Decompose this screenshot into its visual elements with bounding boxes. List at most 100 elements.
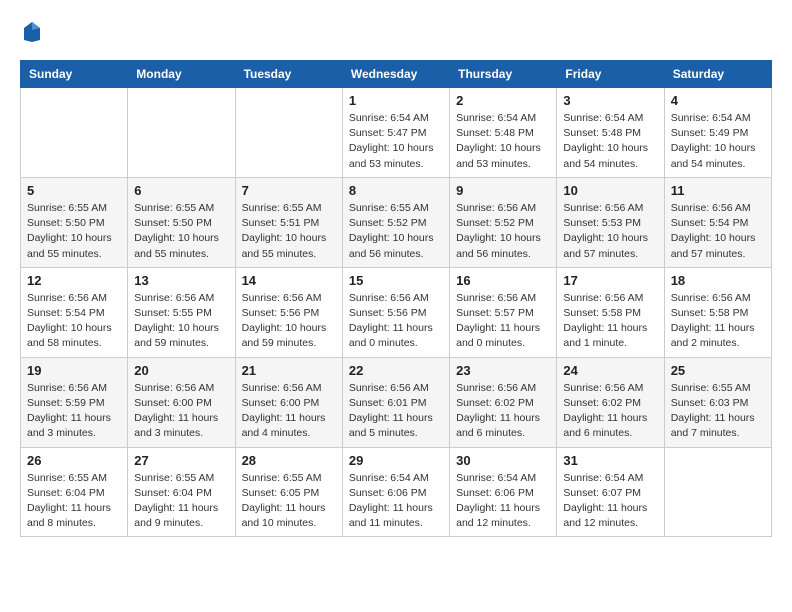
logo [20, 20, 46, 44]
calendar-cell: 1 Sunrise: 6:54 AM Sunset: 5:47 PM Daylig… [342, 88, 449, 178]
day-number: 18 [671, 273, 765, 288]
day-number: 13 [134, 273, 228, 288]
day-info: Sunrise: 6:56 AM Sunset: 6:02 PM Dayligh… [456, 381, 550, 442]
calendar-cell: 2 Sunrise: 6:54 AM Sunset: 5:48 PM Daylig… [450, 88, 557, 178]
calendar-cell: 24 Sunrise: 6:56 AM Sunset: 6:02 PM Dayli… [557, 357, 664, 447]
day-info: Sunrise: 6:55 AM Sunset: 6:05 PM Dayligh… [242, 471, 336, 532]
calendar-table: SundayMondayTuesdayWednesdayThursdayFrid… [20, 60, 772, 537]
day-info: Sunrise: 6:54 AM Sunset: 5:47 PM Dayligh… [349, 111, 443, 172]
day-info: Sunrise: 6:56 AM Sunset: 5:54 PM Dayligh… [27, 291, 121, 352]
day-info: Sunrise: 6:54 AM Sunset: 5:48 PM Dayligh… [456, 111, 550, 172]
calendar-cell: 6 Sunrise: 6:55 AM Sunset: 5:50 PM Daylig… [128, 177, 235, 267]
calendar-cell: 19Sunrise: 6:56 AM Sunset: 5:59 PM Dayli… [21, 357, 128, 447]
calendar-cell: 28 Sunrise: 6:55 AM Sunset: 6:05 PM Dayli… [235, 447, 342, 537]
day-info: Sunrise: 6:55 AM Sunset: 5:50 PM Dayligh… [134, 201, 228, 262]
day-number: 10 [563, 183, 657, 198]
day-number: 5 [27, 183, 121, 198]
calendar-cell: 20 Sunrise: 6:56 AM Sunset: 6:00 PM Dayli… [128, 357, 235, 447]
day-info: Sunrise: 6:54 AM Sunset: 5:49 PM Dayligh… [671, 111, 765, 172]
calendar-cell: 21 Sunrise: 6:56 AM Sunset: 6:00 PM Dayli… [235, 357, 342, 447]
day-info: Sunrise: 6:54 AM Sunset: 6:06 PM Dayligh… [456, 471, 550, 532]
calendar-cell: 4 Sunrise: 6:54 AM Sunset: 5:49 PM Daylig… [664, 88, 771, 178]
day-number: 31 [563, 453, 657, 468]
day-number: 29 [349, 453, 443, 468]
weekday-header: Thursday [450, 61, 557, 88]
calendar-week-row: 5 Sunrise: 6:55 AM Sunset: 5:50 PM Daylig… [21, 177, 772, 267]
day-number: 11 [671, 183, 765, 198]
day-number: 22 [349, 363, 443, 378]
calendar-cell: 23 Sunrise: 6:56 AM Sunset: 6:02 PM Dayli… [450, 357, 557, 447]
calendar-cell: 22 Sunrise: 6:56 AM Sunset: 6:01 PM Dayli… [342, 357, 449, 447]
day-number: 20 [134, 363, 228, 378]
weekday-header: Sunday [21, 61, 128, 88]
day-info: Sunrise: 6:55 AM Sunset: 6:03 PM Dayligh… [671, 381, 765, 442]
page-header [20, 20, 772, 44]
day-number: 14 [242, 273, 336, 288]
day-number: 15 [349, 273, 443, 288]
calendar-cell: 30 Sunrise: 6:54 AM Sunset: 6:06 PM Dayli… [450, 447, 557, 537]
day-number: 28 [242, 453, 336, 468]
day-number: 30 [456, 453, 550, 468]
day-number: 3 [563, 93, 657, 108]
day-info: Sunrise: 6:56 AM Sunset: 6:00 PM Dayligh… [134, 381, 228, 442]
day-info: Sunrise: 6:54 AM Sunset: 6:06 PM Dayligh… [349, 471, 443, 532]
calendar-cell: 7 Sunrise: 6:55 AM Sunset: 5:51 PM Daylig… [235, 177, 342, 267]
day-info: Sunrise: 6:55 AM Sunset: 5:50 PM Dayligh… [27, 201, 121, 262]
calendar-cell: 14 Sunrise: 6:56 AM Sunset: 5:56 PM Dayli… [235, 267, 342, 357]
calendar-cell: 26Sunrise: 6:55 AM Sunset: 6:04 PM Dayli… [21, 447, 128, 537]
day-info: Sunrise: 6:55 AM Sunset: 6:04 PM Dayligh… [134, 471, 228, 532]
day-info: Sunrise: 6:56 AM Sunset: 6:00 PM Dayligh… [242, 381, 336, 442]
day-info: Sunrise: 6:56 AM Sunset: 5:57 PM Dayligh… [456, 291, 550, 352]
day-info: Sunrise: 6:56 AM Sunset: 5:59 PM Dayligh… [27, 381, 121, 442]
calendar-cell: 25 Sunrise: 6:55 AM Sunset: 6:03 PM Dayli… [664, 357, 771, 447]
calendar-header-row: SundayMondayTuesdayWednesdayThursdayFrid… [21, 61, 772, 88]
day-number: 21 [242, 363, 336, 378]
calendar-cell: 12 Sunrise: 6:56 AM Sunset: 5:54 PM Dayli… [21, 267, 128, 357]
day-number: 25 [671, 363, 765, 378]
day-info: Sunrise: 6:56 AM Sunset: 5:55 PM Dayligh… [134, 291, 228, 352]
calendar-cell: 16 Sunrise: 6:56 AM Sunset: 5:57 PM Dayli… [450, 267, 557, 357]
day-number: 8 [349, 183, 443, 198]
calendar-week-row: 12 Sunrise: 6:56 AM Sunset: 5:54 PM Dayli… [21, 267, 772, 357]
day-number: 9 [456, 183, 550, 198]
day-number: 17 [563, 273, 657, 288]
day-number: 16 [456, 273, 550, 288]
day-number: 12 [27, 273, 121, 288]
calendar-cell: 5 Sunrise: 6:55 AM Sunset: 5:50 PM Daylig… [21, 177, 128, 267]
day-info: Sunrise: 6:56 AM Sunset: 5:54 PM Dayligh… [671, 201, 765, 262]
calendar-cell [664, 447, 771, 537]
calendar-week-row: 19Sunrise: 6:56 AM Sunset: 5:59 PM Dayli… [21, 357, 772, 447]
day-info: Sunrise: 6:55 AM Sunset: 5:51 PM Dayligh… [242, 201, 336, 262]
calendar-cell [235, 88, 342, 178]
day-info: Sunrise: 6:56 AM Sunset: 6:02 PM Dayligh… [563, 381, 657, 442]
calendar-cell [128, 88, 235, 178]
day-number: 4 [671, 93, 765, 108]
day-number: 2 [456, 93, 550, 108]
calendar-cell: 10 Sunrise: 6:56 AM Sunset: 5:53 PM Dayli… [557, 177, 664, 267]
calendar-cell: 29 Sunrise: 6:54 AM Sunset: 6:06 PM Dayli… [342, 447, 449, 537]
day-info: Sunrise: 6:54 AM Sunset: 6:07 PM Dayligh… [563, 471, 657, 532]
calendar-cell: 15 Sunrise: 6:56 AM Sunset: 5:56 PM Dayli… [342, 267, 449, 357]
day-number: 1 [349, 93, 443, 108]
calendar-cell: 17Sunrise: 6:56 AM Sunset: 5:58 PM Dayli… [557, 267, 664, 357]
day-info: Sunrise: 6:54 AM Sunset: 5:48 PM Dayligh… [563, 111, 657, 172]
day-info: Sunrise: 6:55 AM Sunset: 5:52 PM Dayligh… [349, 201, 443, 262]
day-number: 24 [563, 363, 657, 378]
calendar-cell: 13 Sunrise: 6:56 AM Sunset: 5:55 PM Dayli… [128, 267, 235, 357]
calendar-cell [21, 88, 128, 178]
day-info: Sunrise: 6:56 AM Sunset: 5:53 PM Dayligh… [563, 201, 657, 262]
day-number: 6 [134, 183, 228, 198]
day-info: Sunrise: 6:56 AM Sunset: 6:01 PM Dayligh… [349, 381, 443, 442]
day-number: 26 [27, 453, 121, 468]
weekday-header: Tuesday [235, 61, 342, 88]
day-info: Sunrise: 6:56 AM Sunset: 5:56 PM Dayligh… [349, 291, 443, 352]
day-number: 23 [456, 363, 550, 378]
weekday-header: Friday [557, 61, 664, 88]
calendar-cell: 3 Sunrise: 6:54 AM Sunset: 5:48 PM Daylig… [557, 88, 664, 178]
calendar-week-row: 1 Sunrise: 6:54 AM Sunset: 5:47 PM Daylig… [21, 88, 772, 178]
day-info: Sunrise: 6:56 AM Sunset: 5:58 PM Dayligh… [671, 291, 765, 352]
day-number: 7 [242, 183, 336, 198]
calendar-cell: 9Sunrise: 6:56 AM Sunset: 5:52 PM Daylig… [450, 177, 557, 267]
logo-icon [22, 20, 42, 44]
day-info: Sunrise: 6:56 AM Sunset: 5:56 PM Dayligh… [242, 291, 336, 352]
